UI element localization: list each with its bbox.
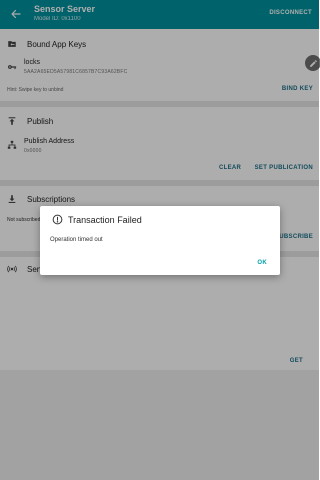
dialog-ok-button[interactable]: OK [257,260,267,266]
transaction-failed-dialog: Transaction Failed Operation timed out O… [40,206,280,275]
alert-circle-icon [52,214,63,225]
dialog-title: Transaction Failed [68,214,142,225]
dialog-message: Operation timed out [50,237,103,243]
